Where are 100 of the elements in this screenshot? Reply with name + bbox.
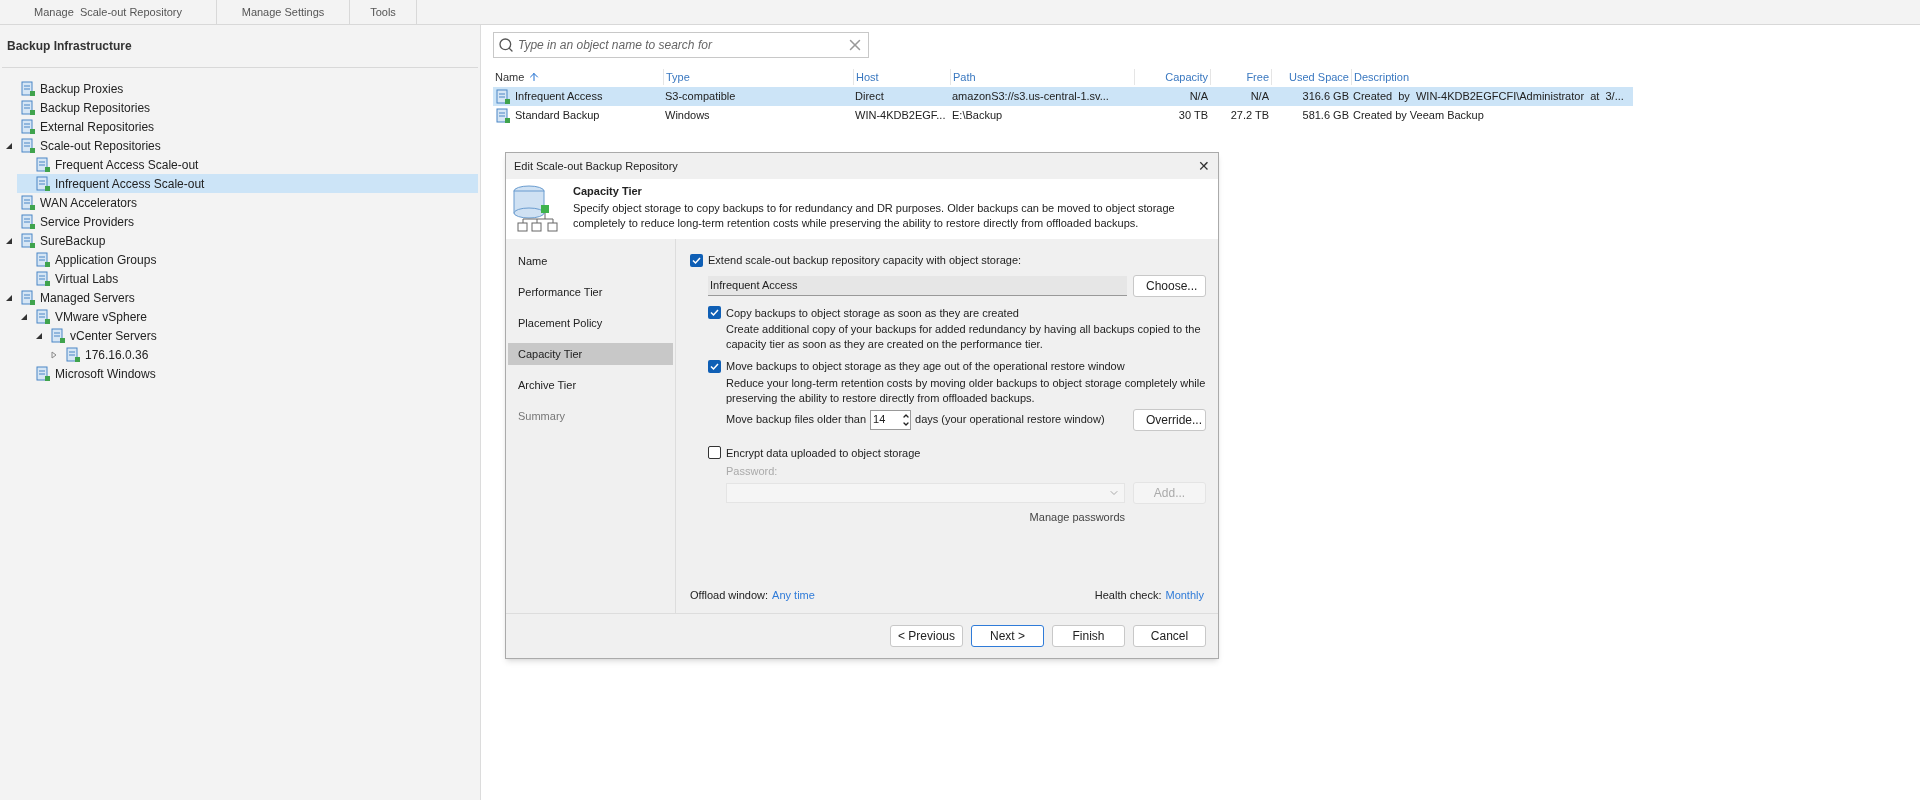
table-cell-text: Windows bbox=[665, 108, 710, 124]
manage-passwords-link[interactable]: Manage passwords bbox=[1029, 508, 1125, 525]
sort-ascending-icon bbox=[528, 71, 541, 83]
server-icon bbox=[20, 80, 36, 97]
database-network-icon bbox=[511, 183, 561, 233]
column-header[interactable]: Free bbox=[1246, 68, 1269, 86]
table-cell-text: Infrequent Access bbox=[515, 89, 603, 105]
column-header[interactable]: Used Space bbox=[1289, 68, 1349, 86]
table-cell-text: WIN-4KDB2EGF... bbox=[855, 108, 946, 124]
object-storage-field[interactable]: Infrequent Access bbox=[708, 275, 1127, 296]
table-cell-text: Created by Veeam Backup bbox=[1353, 108, 1484, 124]
tree-item[interactable]: VMware vSphere bbox=[17, 307, 478, 326]
server-icon bbox=[35, 175, 51, 192]
collapsed-arrow-icon[interactable] bbox=[50, 350, 58, 359]
wizard-button[interactable]: Finish bbox=[1052, 625, 1125, 647]
wizard-step[interactable]: Archive Tier bbox=[508, 374, 673, 396]
server-icon bbox=[20, 137, 36, 154]
tree-item[interactable]: 176.16.0.36 bbox=[47, 345, 478, 364]
column-header[interactable]: Host bbox=[856, 68, 879, 86]
tree-item[interactable]: Microsoft Windows bbox=[17, 364, 478, 383]
tree-item[interactable]: vCenter Servers bbox=[32, 326, 478, 345]
checkbox-label: Encrypt data uploaded to object storage bbox=[726, 445, 921, 461]
column-header[interactable]: Path bbox=[953, 68, 976, 86]
tree-item[interactable]: Application Groups bbox=[17, 250, 478, 269]
search-field[interactable]: Type in an object name to search for bbox=[493, 32, 869, 58]
expanded-arrow-icon[interactable] bbox=[5, 293, 13, 302]
table-row[interactable]: Standard Backup Windows WIN-4KDB2EGF... E:\Backup 30 TB 27.2 TB 581.6 GB Created by Veeam Backup bbox=[493, 106, 1633, 125]
choose-button[interactable]: Choose... bbox=[1133, 274, 1206, 297]
checkbox[interactable] bbox=[708, 359, 721, 373]
header-title: Capacity Tier bbox=[573, 184, 643, 199]
tree-item[interactable]: External Repositories bbox=[2, 117, 478, 136]
server-icon bbox=[35, 251, 51, 268]
server-icon bbox=[20, 289, 36, 306]
server-icon bbox=[50, 327, 66, 344]
server-icon bbox=[35, 156, 51, 173]
checkbox[interactable] bbox=[708, 306, 721, 320]
checkbox-label: Move backups to object storage as they age out of the operational restore window bbox=[726, 359, 1125, 374]
tree-item[interactable]: Managed Servers bbox=[2, 288, 478, 307]
server-icon bbox=[495, 107, 511, 124]
checkbox-label: Extend scale-out backup repository capacity with object storage: bbox=[708, 253, 1022, 268]
wizard-step[interactable]: Name bbox=[508, 250, 673, 272]
wizard-step[interactable]: Placement Policy bbox=[508, 312, 673, 334]
column-header[interactable]: Capacity bbox=[1165, 68, 1208, 86]
column-header[interactable]: Name bbox=[495, 68, 525, 86]
wizard-step[interactable]: Performance Tier bbox=[508, 281, 673, 303]
wizard-step[interactable]: Capacity Tier bbox=[508, 343, 673, 365]
wizard-button[interactable]: Next > bbox=[971, 625, 1044, 647]
tree-item[interactable]: Backup Repositories bbox=[2, 98, 478, 117]
days-label: days (your operational restore window) bbox=[915, 412, 1106, 428]
column-header[interactable]: Description bbox=[1354, 68, 1410, 86]
close-button[interactable]: ✕ bbox=[1198, 159, 1210, 173]
tree-item[interactable]: Frequent Access Scale-out bbox=[17, 155, 478, 174]
days-spinner[interactable]: 14 bbox=[870, 409, 912, 430]
expanded-arrow-icon[interactable] bbox=[5, 236, 13, 245]
expanded-arrow-icon[interactable] bbox=[35, 331, 43, 340]
tree-item[interactable]: Service Providers bbox=[2, 212, 478, 231]
expanded-arrow-icon[interactable] bbox=[5, 141, 13, 150]
server-icon bbox=[35, 270, 51, 287]
server-icon bbox=[35, 365, 51, 382]
table-cell-text: N/A bbox=[1250, 89, 1269, 105]
column-header[interactable]: Type bbox=[666, 68, 690, 86]
server-icon bbox=[20, 99, 36, 116]
override-button[interactable]: Override... bbox=[1133, 408, 1206, 431]
checkbox[interactable] bbox=[690, 253, 703, 267]
server-icon bbox=[35, 308, 51, 325]
check-icon bbox=[710, 308, 719, 318]
health-check-link[interactable]: Monthly bbox=[1165, 586, 1204, 603]
expanded-arrow-icon[interactable] bbox=[20, 312, 28, 321]
table-row[interactable]: Infrequent Access S3-compatible Direct amazonS3://s3.us-central-1.sv... N/A N/A 316.6 GB Created by WIN-4KDB2EGFCFI\Administrator at 3/... bbox=[493, 87, 1633, 106]
table-cell-text: Standard Backup bbox=[515, 108, 600, 124]
server-icon bbox=[20, 194, 36, 211]
table-cell-text: S3-compatible bbox=[665, 89, 736, 105]
wizard-button[interactable]: < Previous bbox=[890, 625, 963, 647]
offload-window-link[interactable]: Any time bbox=[772, 586, 815, 603]
check-icon bbox=[710, 361, 719, 371]
tree-item[interactable]: Virtual Labs bbox=[17, 269, 478, 288]
tree-item[interactable]: Scale-out Repositories bbox=[2, 136, 478, 155]
health-check-label: Health check: bbox=[1094, 587, 1162, 603]
password-label: Password: bbox=[725, 464, 779, 479]
tree-item[interactable]: SureBackup bbox=[2, 231, 478, 250]
tree-item[interactable]: Backup Proxies bbox=[2, 79, 478, 98]
tree-item[interactable]: WAN Accelerators bbox=[2, 193, 478, 212]
header-description: Specify object storage to copy backups to for redundancy and DR purposes. Older backups can be moved to object storage completely to reduce long-term retention costs while preserving the ability to restore directly from offloaded backups. bbox=[573, 200, 1176, 231]
ribbon-group-label: Tools bbox=[370, 4, 396, 20]
checkbox-label: Copy backups to object storage as soon as they are created bbox=[726, 305, 1019, 321]
server-icon bbox=[65, 346, 81, 363]
days-label: Move backup files older than bbox=[726, 412, 867, 428]
sidebar-title: Backup Infrastructure bbox=[7, 38, 132, 55]
wizard-button[interactable]: Cancel bbox=[1133, 625, 1206, 647]
server-icon bbox=[20, 118, 36, 135]
ribbon-group-label: Manage Scale-out Repository bbox=[34, 4, 182, 20]
dialog-title: Edit Scale-out Backup Repository bbox=[514, 158, 678, 174]
table-cell-text: 581.6 GB bbox=[1302, 108, 1349, 124]
search-icon bbox=[498, 37, 514, 53]
server-icon bbox=[495, 88, 511, 105]
tree-item[interactable]: Infrequent Access Scale-out bbox=[17, 174, 478, 193]
table-cell-text: Created by WIN-4KDB2EGFCFI\Administrator at 3/... bbox=[1353, 89, 1624, 105]
server-icon bbox=[20, 213, 36, 230]
ribbon-group-label: Manage Settings bbox=[241, 4, 325, 20]
checkbox[interactable] bbox=[708, 446, 721, 460]
